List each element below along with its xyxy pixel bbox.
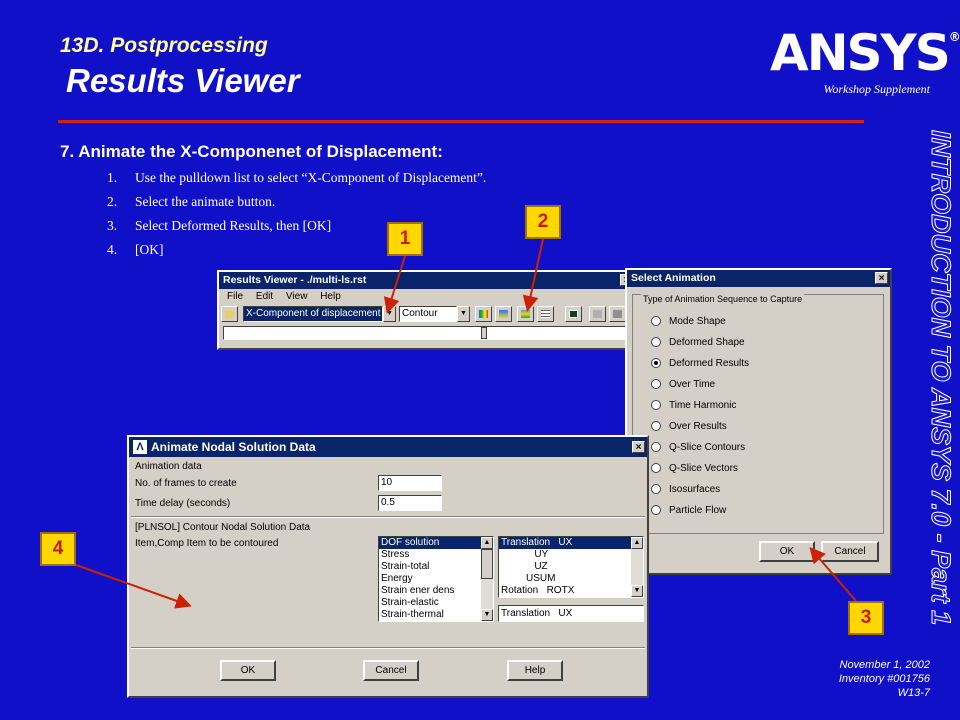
footer-page: W13-7: [897, 687, 930, 699]
callout-1: 1: [387, 222, 423, 256]
callout-arrow-1: [383, 255, 406, 314]
callout-3: 3: [848, 601, 884, 635]
footer-date: November 1, 2002: [839, 659, 931, 671]
footer-inventory: Inventory #001756: [838, 673, 930, 685]
callout-arrows: [75, 238, 857, 609]
callout-4: 4: [40, 532, 76, 566]
callout-arrow-3: [809, 546, 857, 602]
callout-2: 2: [525, 205, 561, 239]
callout-arrow-4: [75, 564, 192, 609]
callout-arrow-2: [522, 238, 544, 312]
slide-footer: November 1, 2002 Inventory #001756 W13-7: [839, 658, 930, 700]
